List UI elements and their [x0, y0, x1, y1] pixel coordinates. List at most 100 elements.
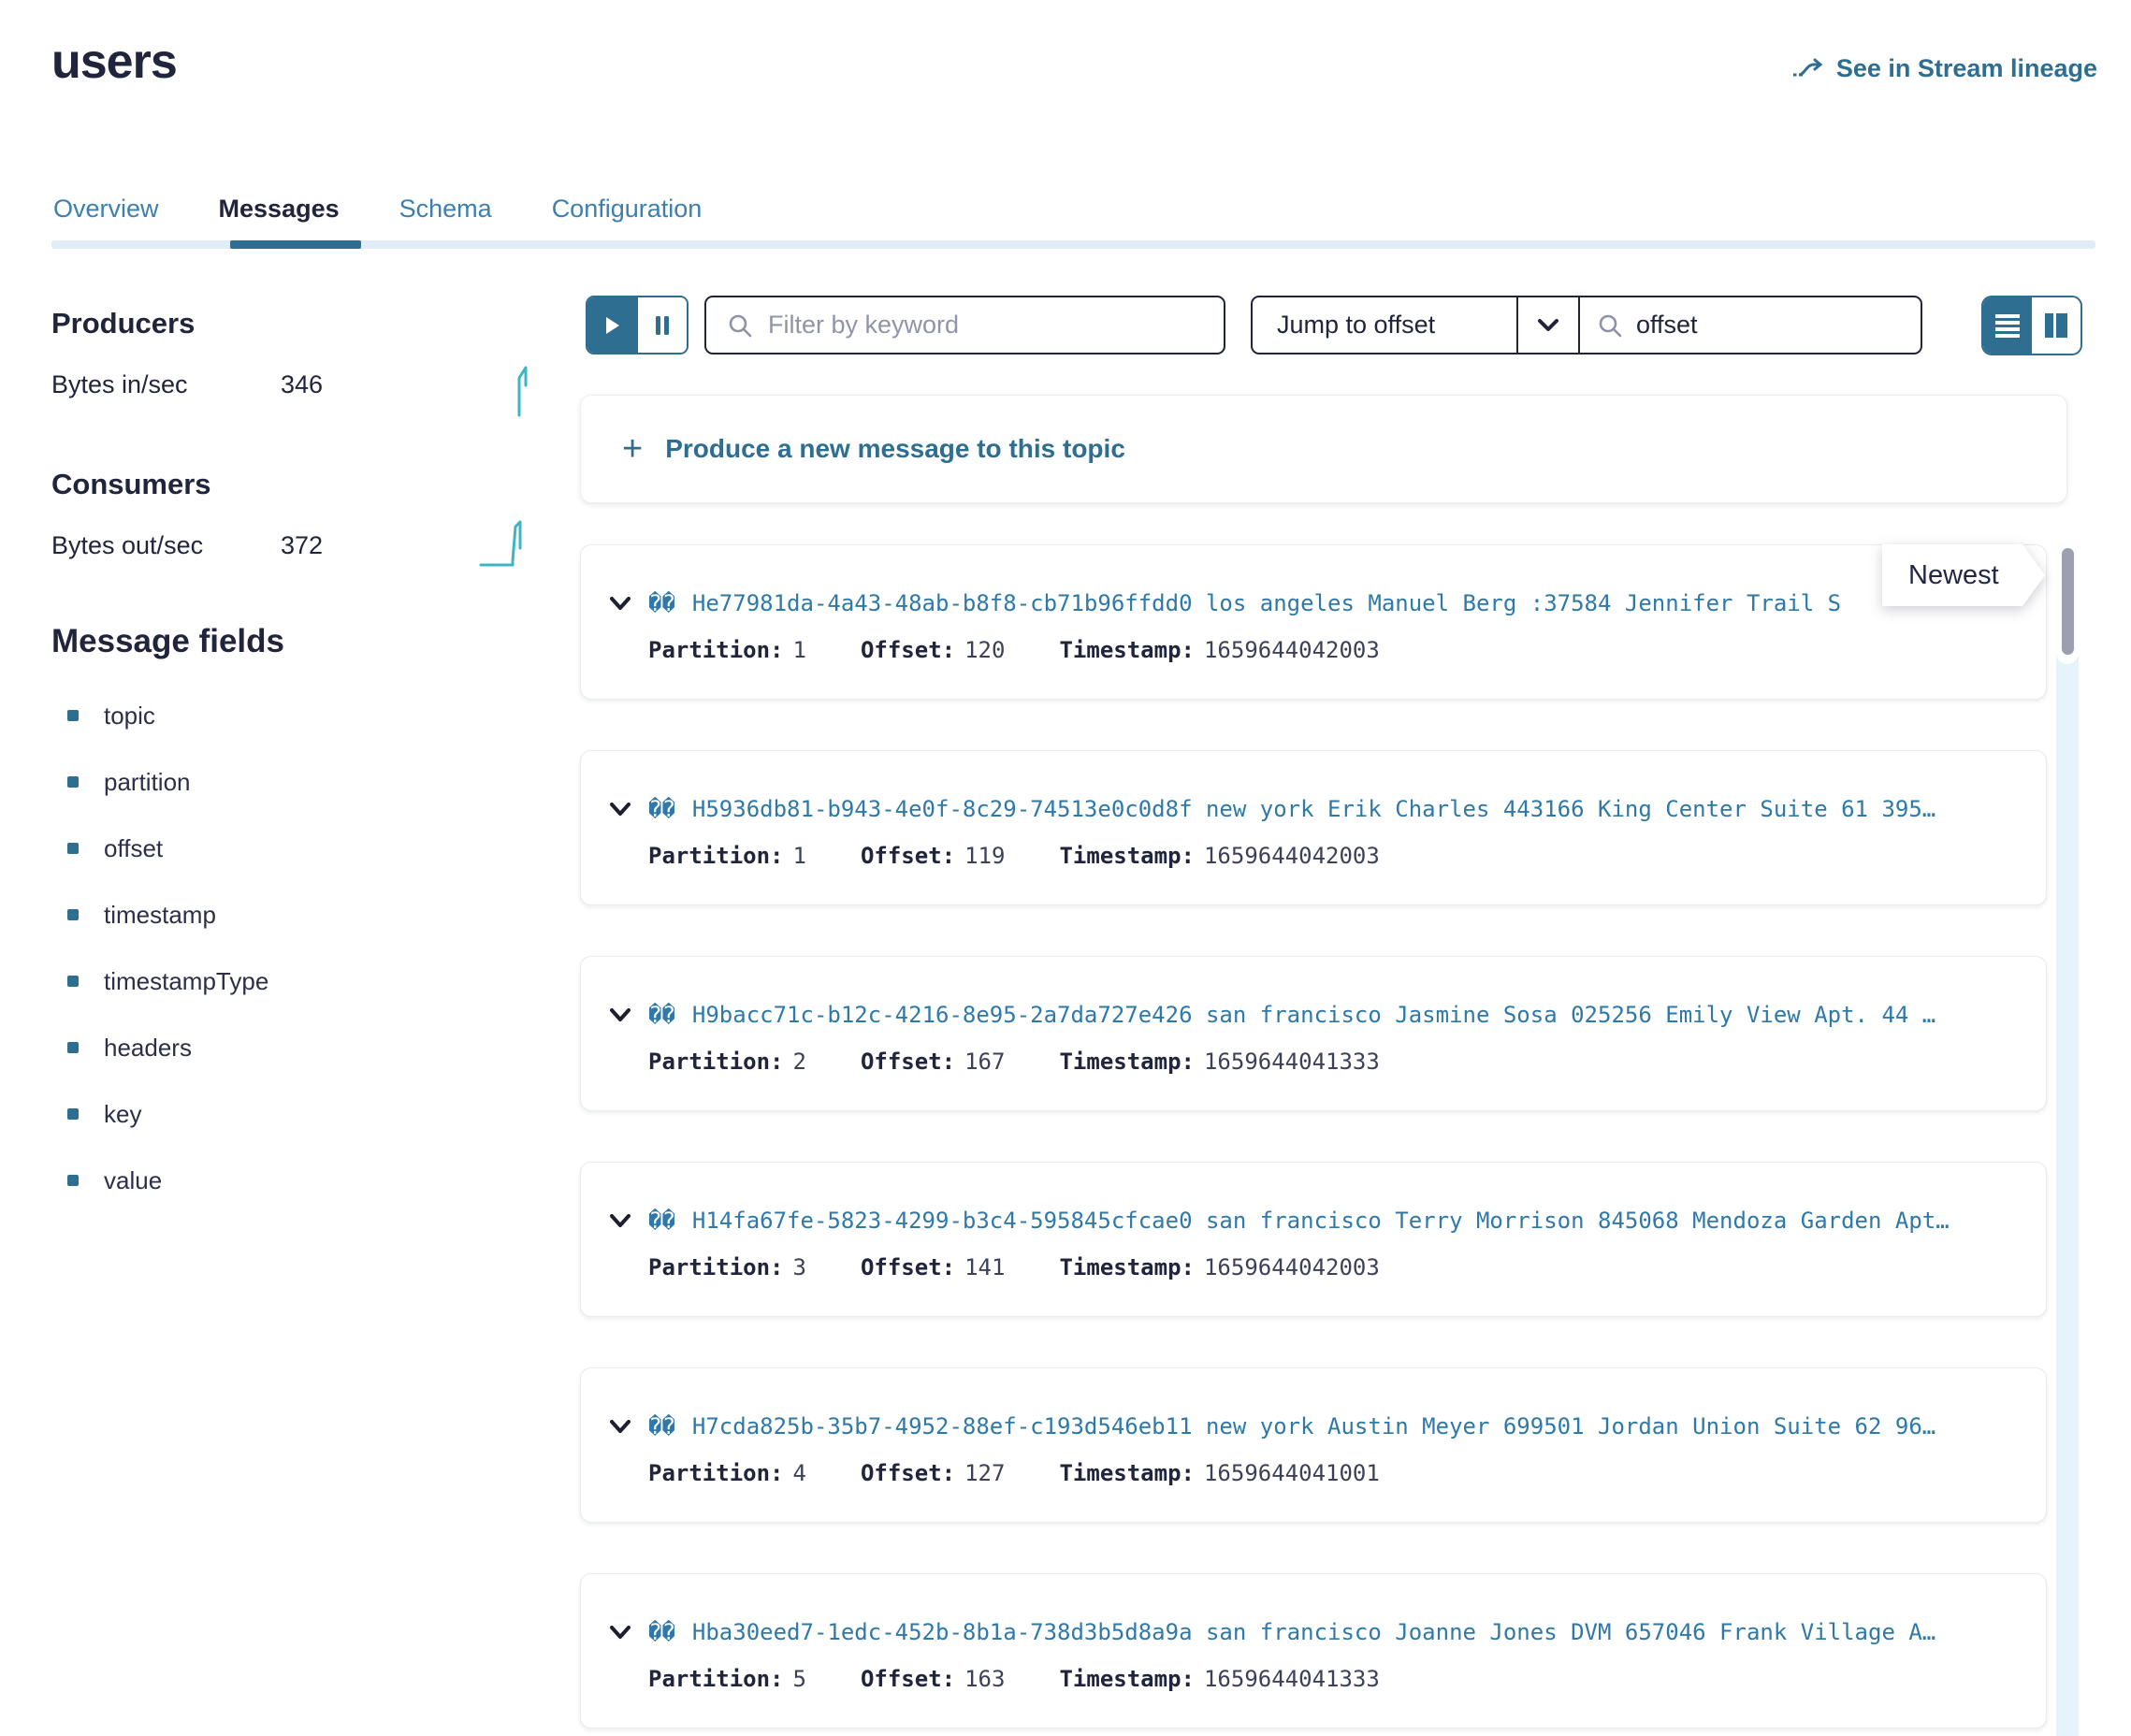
- producers-heading: Producers: [51, 307, 195, 340]
- message-field-item-headers[interactable]: headers: [67, 1034, 268, 1062]
- replacement-glyphs: ��: [648, 590, 675, 616]
- timestamp-field: Timestamp:1659644042003: [1059, 1254, 1379, 1280]
- replacement-glyphs: ��: [648, 1002, 675, 1028]
- message-meta-row: Partition:1 Offset:120 Timestamp:1659644…: [648, 637, 1380, 663]
- tab-overview[interactable]: Overview: [53, 195, 159, 233]
- field-label: value: [104, 1166, 162, 1195]
- timestamp-field: Timestamp:1659644041001: [1059, 1460, 1379, 1486]
- message-field-item-timestamp[interactable]: timestamp: [67, 901, 268, 929]
- chevron-down-icon[interactable]: [609, 1626, 631, 1640]
- timestamp-field: Timestamp:1659644042003: [1059, 843, 1379, 869]
- filter-keyword-input[interactable]: [768, 311, 1161, 340]
- message-card[interactable]: �� He77981da-4a43-48ab-b8f8-cb71b96ffdd0…: [580, 544, 2047, 700]
- chevron-down-icon[interactable]: [609, 1420, 631, 1434]
- message-field-item-partition[interactable]: partition: [67, 768, 268, 796]
- message-card[interactable]: �� H14fa67fe-5823-4299-b3c4-595845cfcae0…: [580, 1162, 2047, 1317]
- timestamp-field: Timestamp:1659644042003: [1059, 637, 1379, 663]
- jump-to-select[interactable]: Jump to offset: [1251, 296, 1580, 354]
- offset-input-box: [1578, 296, 1922, 354]
- message-field-item-timestamptype[interactable]: timestampType: [67, 967, 268, 995]
- message-card[interactable]: �� H9bacc71c-b12c-4216-8e95-2a7da727e426…: [580, 956, 2047, 1111]
- tab-label: Messages: [219, 195, 340, 223]
- message-card[interactable]: �� H7cda825b-35b7-4952-88ef-c193d546eb11…: [580, 1367, 2047, 1523]
- jump-to-select-value: Jump to offset: [1253, 311, 1516, 340]
- field-bullet-icon: [67, 976, 79, 987]
- tab-schema[interactable]: Schema: [399, 195, 492, 233]
- message-key-row: �� He77981da-4a43-48ab-b8f8-cb71b96ffdd0…: [609, 590, 2023, 616]
- bytes-in-value: 346: [281, 370, 323, 399]
- field-label: offset: [104, 834, 163, 863]
- list-view-button[interactable]: [1983, 297, 2032, 354]
- message-key: He77981da-4a43-48ab-b8f8-cb71b96ffdd0 lo…: [692, 590, 1841, 616]
- offset-field: Offset:120: [861, 637, 1006, 663]
- partition-field: Partition:1: [648, 843, 806, 869]
- stream-lineage-icon: [1791, 56, 1825, 82]
- offset-field: Offset:141: [861, 1254, 1006, 1280]
- scrollbar-track[interactable]: [2056, 541, 2079, 1736]
- field-label: headers: [104, 1034, 192, 1063]
- produce-message-button[interactable]: + Produce a new message to this topic: [580, 395, 2067, 503]
- tab-label: Overview: [53, 195, 159, 223]
- chevron-down-icon[interactable]: [609, 1008, 631, 1022]
- field-bullet-icon: [67, 1042, 79, 1053]
- field-bullet-icon: [67, 843, 79, 854]
- filter-input-box: [704, 296, 1225, 354]
- bytes-in-row: Bytes in/sec 346: [51, 370, 538, 399]
- list-view-icon: [1993, 312, 2022, 339]
- field-label: timestamp: [104, 901, 216, 930]
- tab-bar: Overview Messages Schema Configuration: [53, 195, 702, 233]
- timestamp-field: Timestamp:1659644041333: [1059, 1666, 1379, 1692]
- offset-field: Offset:127: [861, 1460, 1006, 1486]
- chevron-down-icon[interactable]: [609, 597, 631, 611]
- field-label: topic: [104, 702, 155, 731]
- message-field-item-key[interactable]: key: [67, 1100, 268, 1128]
- pause-icon: [654, 315, 671, 336]
- newest-tooltip-label: Newest: [1882, 544, 2022, 606]
- field-bullet-icon: [67, 776, 79, 788]
- message-field-item-topic[interactable]: topic: [67, 702, 268, 730]
- stream-lineage-link[interactable]: See in Stream lineage: [1791, 54, 2097, 83]
- chevron-down-icon[interactable]: [609, 803, 631, 817]
- tab-configuration[interactable]: Configuration: [552, 195, 703, 233]
- tab-underline-active: [230, 240, 361, 249]
- column-view-button[interactable]: [2032, 297, 2080, 354]
- field-bullet-icon: [67, 909, 79, 920]
- message-field-item-offset[interactable]: offset: [67, 834, 268, 862]
- partition-field: Partition:4: [648, 1460, 806, 1486]
- pause-button[interactable]: [638, 297, 687, 353]
- replacement-glyphs: ��: [648, 1619, 675, 1645]
- message-key: H7cda825b-35b7-4952-88ef-c193d546eb11 ne…: [692, 1413, 1935, 1439]
- scrollbar-thumb[interactable]: [2062, 548, 2074, 655]
- field-label: key: [104, 1100, 141, 1129]
- chevron-down-icon: [1537, 319, 1559, 332]
- message-card[interactable]: �� Hba30eed7-1edc-452b-8b1a-738d3b5d8a9a…: [580, 1573, 2047, 1729]
- chevron-down-icon[interactable]: [609, 1214, 631, 1228]
- offset-field: Offset:119: [861, 843, 1006, 869]
- newest-tooltip: Newest: [1882, 544, 2022, 606]
- tab-messages[interactable]: Messages: [219, 195, 340, 233]
- consumers-heading: Consumers: [51, 468, 211, 501]
- bytes-out-sparkline: [479, 518, 531, 571]
- tab-label: Configuration: [552, 195, 703, 223]
- bytes-in-label: Bytes in/sec: [51, 370, 188, 399]
- replacement-glyphs: ��: [648, 1413, 675, 1439]
- bytes-out-label: Bytes out/sec: [51, 531, 203, 560]
- message-field-item-value[interactable]: value: [67, 1166, 268, 1194]
- message-fields-heading: Message fields: [51, 623, 284, 660]
- message-meta-row: Partition:5 Offset:163 Timestamp:1659644…: [648, 1666, 1380, 1692]
- message-card[interactable]: �� H5936db81-b943-4e0f-8c29-74513e0c0d8f…: [580, 750, 2047, 905]
- offset-field: Offset:167: [861, 1049, 1006, 1075]
- offset-input[interactable]: [1636, 311, 1870, 340]
- select-chevron-box: [1516, 297, 1578, 353]
- field-bullet-icon: [67, 710, 79, 721]
- replacement-glyphs: ��: [648, 1208, 675, 1234]
- message-key-row: �� Hba30eed7-1edc-452b-8b1a-738d3b5d8a9a…: [609, 1619, 2023, 1645]
- field-bullet-icon: [67, 1108, 79, 1120]
- message-meta-row: Partition:2 Offset:167 Timestamp:1659644…: [648, 1049, 1380, 1075]
- search-icon: [727, 312, 753, 339]
- play-button[interactable]: [587, 297, 638, 353]
- page-title: users: [51, 34, 177, 90]
- message-meta-row: Partition:3 Offset:141 Timestamp:1659644…: [648, 1254, 1380, 1280]
- bytes-out-value: 372: [281, 531, 323, 560]
- produce-message-label: Produce a new message to this topic: [665, 434, 1125, 464]
